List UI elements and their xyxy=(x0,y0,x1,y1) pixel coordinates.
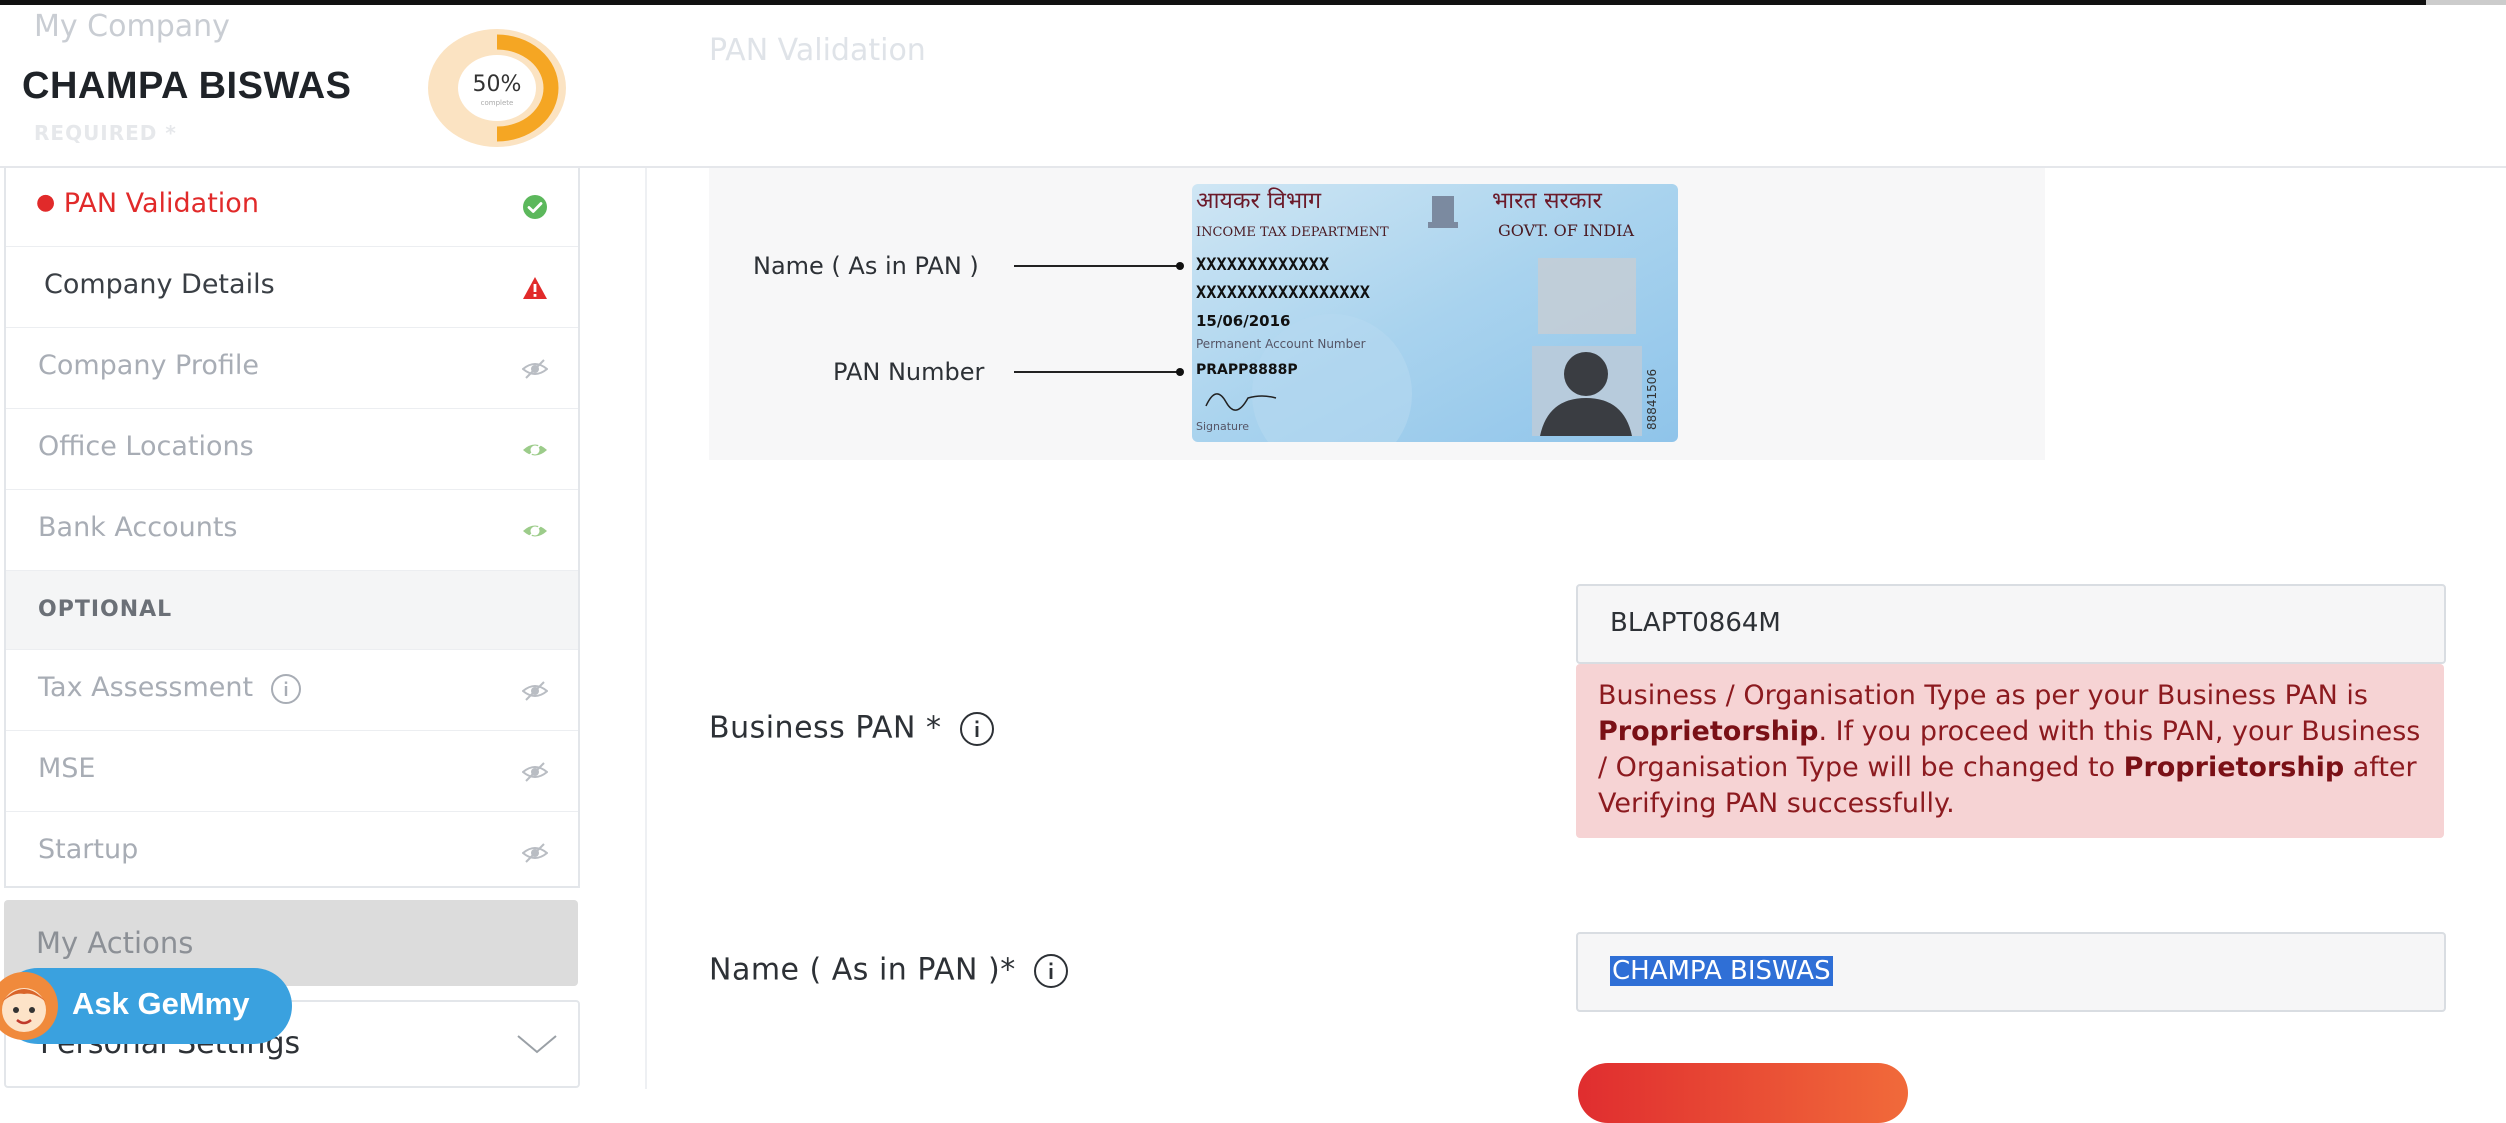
verify-pan-button[interactable] xyxy=(1578,1063,1908,1123)
info-icon[interactable] xyxy=(270,673,302,705)
leader-line xyxy=(1014,265,1178,267)
check-circle-icon xyxy=(523,195,547,219)
hologram xyxy=(1538,258,1636,334)
card-pan-example: PRAPP8888P xyxy=(1196,362,1298,378)
card-dept-en: INCOME TAX DEPARTMENT xyxy=(1196,225,1389,240)
info-icon[interactable] xyxy=(1032,952,1070,990)
active-dot: ● xyxy=(36,190,56,215)
leader-line xyxy=(1014,371,1178,373)
sidebar-optional-heading: OPTIONAL xyxy=(6,571,578,650)
info-icon[interactable] xyxy=(958,710,996,748)
business-pan-input[interactable]: BLAPT0864M xyxy=(1576,584,2446,664)
card-signature-caption: Signature xyxy=(1196,420,1249,433)
card-name-mask: XXXXXXXXXXXXX xyxy=(1196,255,1330,275)
progress-sublabel: complete xyxy=(481,99,514,107)
profile-sidebar: ● PAN Validation Company Details Company… xyxy=(4,166,580,888)
name-as-pan-value: CHAMPA BISWAS xyxy=(1610,956,1833,986)
eye-slash-icon xyxy=(522,681,548,701)
ask-gemmy-button[interactable]: Ask GeMmy xyxy=(0,968,292,1044)
sidebar-item-label: PAN Validation xyxy=(63,188,259,219)
sidebar-item-company-profile[interactable]: Company Profile xyxy=(6,328,578,409)
alert-text: Business / Organisation Type as per your… xyxy=(1598,678,2428,822)
progress-donut: 50% complete xyxy=(428,29,566,147)
sidebar-item-label: Startup xyxy=(38,834,139,865)
top-border-end xyxy=(2426,0,2506,5)
sidebar-item-pan-validation[interactable]: ● PAN Validation xyxy=(6,166,578,247)
card-dept-hi: आयकर विभाग xyxy=(1196,187,1322,214)
eye-slash-icon xyxy=(522,359,548,379)
emblem-icon xyxy=(1428,196,1458,228)
card-dob: 15/06/2016 xyxy=(1196,312,1290,330)
sidebar-item-label: Company Profile xyxy=(38,350,259,381)
sidebar-item-mse[interactable]: MSE xyxy=(6,731,578,812)
sidebar-item-label: Bank Accounts xyxy=(38,512,238,543)
content-divider xyxy=(645,166,647,1089)
sidebar-item-label: Tax Assessment xyxy=(38,672,254,703)
sidebar-item-company-details[interactable]: Company Details xyxy=(6,247,578,328)
sidebar-item-startup[interactable]: Startup xyxy=(6,812,578,892)
ghost-company-label: My Company xyxy=(34,9,230,44)
alert-part: Business / Organisation Type as per your… xyxy=(1598,680,2368,711)
pan-name-caption: Name ( As in PAN ) xyxy=(753,252,979,280)
pan-warning-alert: Business / Organisation Type as per your… xyxy=(1576,664,2444,838)
sidebar-item-bank-accounts[interactable]: Bank Accounts xyxy=(6,490,578,571)
user-name: CHAMPA BISWAS xyxy=(22,65,352,107)
leader-dot xyxy=(1176,368,1184,376)
alert-bold: Proprietorship xyxy=(1598,716,1819,747)
sidebar-item-office-locations[interactable]: Office Locations xyxy=(6,409,578,490)
photo-silhouette xyxy=(1532,346,1642,436)
sidebar-item-label: Company Details xyxy=(44,269,275,300)
name-as-pan-label-text: Name ( As in PAN )* xyxy=(709,952,1016,988)
sidebar-item-label: MSE xyxy=(38,753,96,784)
profile-header: My Company REQUIRED * CHAMPA BISWAS 50% … xyxy=(0,5,2506,168)
warning-icon xyxy=(523,277,547,299)
pan-card-image: आयकर विभाग भारत सरकार INCOME TAX DEPARTM… xyxy=(1192,184,1678,442)
business-pan-value: BLAPT0864M xyxy=(1610,608,1781,638)
card-pan-caption: Permanent Account Number xyxy=(1196,337,1366,351)
top-border xyxy=(0,0,2506,5)
chevron-down-icon xyxy=(517,1035,557,1054)
leader-dot xyxy=(1176,262,1184,270)
card-father-mask: XXXXXXXXXXXXXXXXX xyxy=(1196,283,1371,303)
card-govt-en: GOVT. OF INDIA xyxy=(1498,221,1634,240)
progress-percent: 50% xyxy=(473,72,522,97)
card-govt-hi: भारत सरकार xyxy=(1492,188,1603,214)
sidebar-item-tax-assessment[interactable]: Tax Assessment xyxy=(6,650,578,731)
business-pan-label: Business PAN * xyxy=(709,710,996,748)
alert-bold: Proprietorship xyxy=(2123,752,2345,783)
ghost-section-title: PAN Validation xyxy=(709,33,926,68)
business-pan-label-text: Business PAN * xyxy=(709,710,942,746)
name-as-pan-input[interactable]: CHAMPA BISWAS xyxy=(1576,932,2446,1012)
name-as-pan-label: Name ( As in PAN )* xyxy=(709,952,1070,990)
card-serial: 88841506 xyxy=(1645,369,1659,430)
ghost-required-label: REQUIRED * xyxy=(34,121,177,145)
optional-heading-label: OPTIONAL xyxy=(38,597,173,622)
my-actions-label: My Actions xyxy=(36,926,194,960)
ask-gemmy-label: Ask GeMmy xyxy=(72,986,250,1021)
pan-number-caption: PAN Number xyxy=(833,358,985,386)
eye-icon xyxy=(523,441,547,459)
eye-icon xyxy=(523,522,547,540)
eye-slash-icon xyxy=(522,843,548,863)
assistant-avatar-icon xyxy=(0,972,58,1040)
eye-slash-icon xyxy=(522,762,548,782)
sidebar-item-label: Office Locations xyxy=(38,431,254,462)
